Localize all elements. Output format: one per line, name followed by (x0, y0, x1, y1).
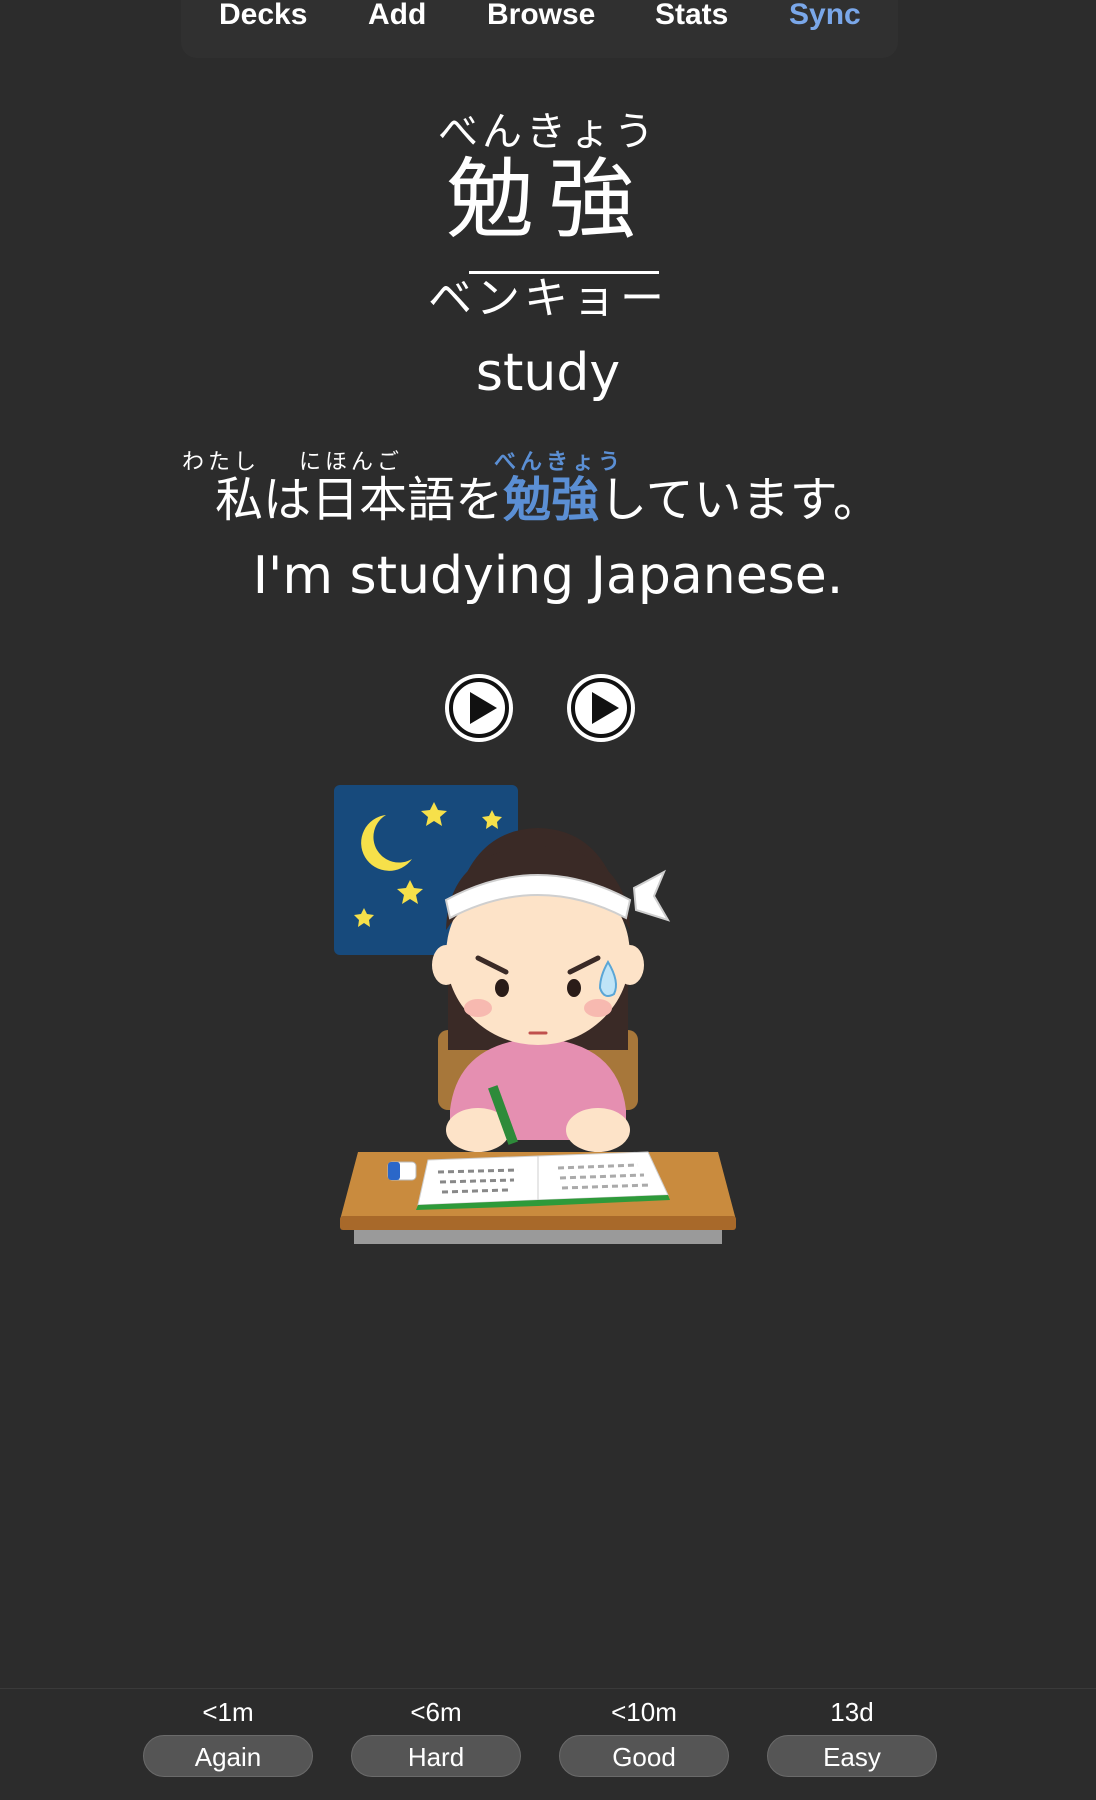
word-reading: ベンキョー (428, 273, 668, 324)
nav-browse[interactable]: Browse (487, 0, 595, 30)
play-sentence-audio-icon[interactable] (565, 672, 637, 744)
good-interval: <10m (611, 1697, 677, 1727)
sentence-part-2: しています。 (599, 472, 881, 528)
word-kanji: 勉強 (445, 148, 650, 251)
good-button[interactable]: Good (559, 1735, 729, 1777)
easy-button[interactable]: Easy (767, 1735, 937, 1777)
nav-decks[interactable]: Decks (219, 0, 307, 30)
play-word-audio-icon[interactable] (443, 672, 515, 744)
again-button[interactable]: Again (143, 1735, 313, 1777)
sentence-translation: I'm studying Japanese. (252, 546, 844, 606)
answer-bar: <1m Again <6m Hard <10m Good 13d Easy (0, 1688, 1096, 1800)
studying-girl-illustration (334, 785, 736, 1244)
sentence-highlight: 勉強 (503, 472, 600, 528)
hard-button[interactable]: Hard (351, 1735, 521, 1777)
nav-stats[interactable]: Stats (655, 0, 728, 30)
review-screen: Decks Add Browse Stats Sync べんきょう 勉強 ベンキ… (0, 0, 1096, 1800)
again-interval: <1m (202, 1697, 254, 1727)
answer-again: <1m Again (143, 1689, 313, 1777)
sentence-part-1: 私は日本語を (215, 472, 504, 528)
answer-easy: 13d Easy (767, 1689, 937, 1777)
top-nav: Decks Add Browse Stats Sync (181, 0, 898, 58)
example-sentence: 私は日本語を勉強しています。 (0, 470, 1096, 530)
easy-interval: 13d (830, 1697, 874, 1727)
word-meaning: study (475, 343, 621, 403)
answer-good: <10m Good (559, 1689, 729, 1777)
nav-sync[interactable]: Sync (789, 0, 861, 30)
nav-add[interactable]: Add (368, 0, 426, 30)
answer-hard: <6m Hard (351, 1689, 521, 1777)
hard-interval: <6m (410, 1697, 462, 1727)
